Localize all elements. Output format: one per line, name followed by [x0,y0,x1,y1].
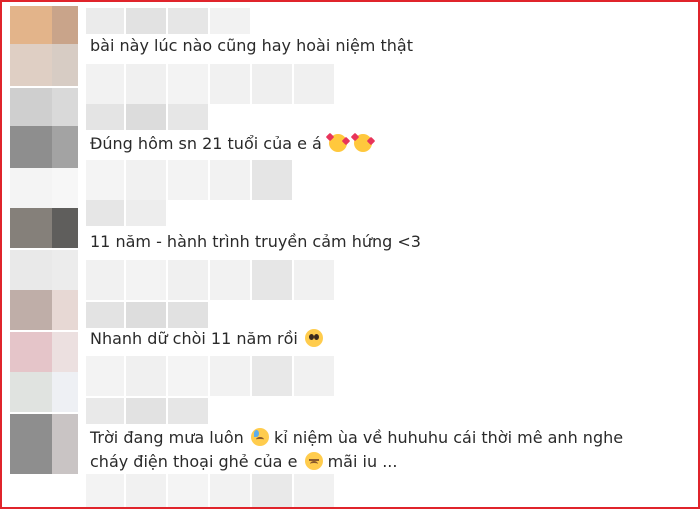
comment-text: cháy điện thoại ghẻ của e mãi iu ... [90,450,650,474]
comment-text-line: kỉ niệm ùa về huhuhu cái thời mê anh ngh… [273,428,624,447]
disappointed-face-icon [304,452,323,470]
avatar[interactable] [10,88,78,168]
commenter-name-blurred[interactable] [86,200,166,226]
comment-text-line: Đúng hôm sn 21 tuổi của e á [90,134,322,153]
smiling-face-with-hearts-icon [354,134,373,152]
commenter-name-blurred[interactable] [86,302,208,328]
comment-text: Nhanh dữ chòi 11 năm rồi [90,327,650,351]
screenshot-frame: bài này lúc nào cũng hay hoài niệm thật … [0,0,700,509]
avatar[interactable] [10,250,78,330]
commenter-name-blurred[interactable] [86,398,208,424]
comment-actions-blurred[interactable] [86,356,334,396]
comment-text: Đúng hôm sn 21 tuổi của e á [90,132,650,156]
avatar[interactable] [10,332,78,412]
comment-text-line: mãi iu ... [327,452,398,471]
comment-text-line: cháy điện thoại ghẻ của e [90,452,298,471]
comment-actions-blurred[interactable] [86,64,334,104]
pleading-face-icon [304,329,323,347]
comment-actions-blurred[interactable] [86,160,292,200]
avatar[interactable] [10,414,78,474]
comment-list: bài này lúc nào cũng hay hoài niệm thật … [2,2,698,507]
avatar[interactable] [10,6,78,86]
comment-text: 11 năm - hành trình truyền cảm hứng <3 [90,232,421,251]
sad-but-relieved-face-icon [250,428,269,446]
commenter-name-blurred[interactable] [86,104,208,130]
comment-actions-blurred[interactable] [86,260,334,300]
avatar[interactable] [10,168,78,248]
comment-text-line: Nhanh dữ chòi 11 năm rồi [90,329,298,348]
commenter-name-blurred[interactable] [86,8,250,34]
comment-text: bài này lúc nào cũng hay hoài niệm thật [90,36,413,55]
comment-text-line: Trời đang mưa luôn [90,428,244,447]
comment-actions-blurred[interactable] [86,474,334,507]
comment-text: Trời đang mưa luôn kỉ niệm ùa về huhuhu … [90,426,650,450]
smiling-face-with-hearts-icon [328,134,347,152]
